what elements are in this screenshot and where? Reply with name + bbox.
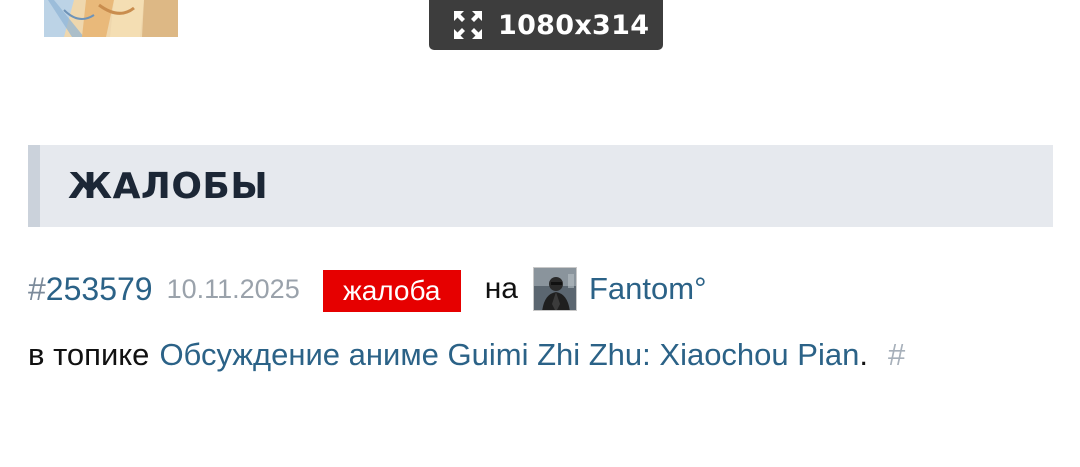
complaint-date: 10.11.2025 [166, 273, 300, 304]
section-header: ЖАЛОБЫ [28, 145, 1053, 227]
topic-suffix: . [859, 337, 868, 372]
complaint-entry-header: # 253579 10.11.2025 жалоба на Fantom° [28, 264, 706, 314]
hash-prefix: # [28, 270, 46, 307]
image-dimensions-text: 1080x314 [498, 9, 650, 41]
user-avatar[interactable] [532, 267, 577, 311]
image-size-badge[interactable]: 1080x314 [429, 0, 663, 50]
on-label: на [484, 272, 518, 305]
complaint-type-badge: жалоба [322, 270, 461, 312]
username-link[interactable]: Fantom° [589, 271, 707, 307]
topic-link[interactable]: Обсуждение аниме Guimi Zhi Zhu: Xiaochou… [159, 337, 859, 373]
complaint-id-link[interactable]: 253579 [46, 271, 153, 308]
permalink-hash-link[interactable]: # [888, 337, 905, 373]
topic-prefix: в топике [28, 337, 150, 372]
expand-icon [454, 11, 482, 39]
complaint-entry-topic: в топике Обсуждение аниме Guimi Zhi Zhu:… [28, 330, 905, 380]
section-title: ЖАЛОБЫ [68, 165, 269, 207]
post-image-thumbnail[interactable] [44, 0, 178, 37]
page: 1080x314 ЖАЛОБЫ # 253579 10.11.2025 жало… [0, 0, 1080, 467]
